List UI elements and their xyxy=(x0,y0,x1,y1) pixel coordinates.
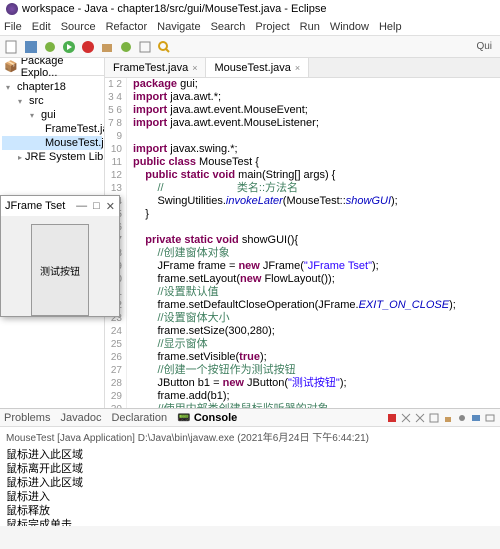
window-titlebar: workspace - Java - chapter18/src/gui/Mou… xyxy=(0,0,500,18)
open-console-icon[interactable] xyxy=(484,412,496,424)
remove-icon[interactable] xyxy=(400,412,412,424)
quick-access[interactable]: Qui xyxy=(476,41,496,52)
class-icon[interactable] xyxy=(118,39,134,55)
code-lines[interactable]: package gui;import java.awt.*;import jav… xyxy=(127,78,500,408)
pin-icon[interactable] xyxy=(456,412,468,424)
view-title: Package Explo... xyxy=(21,58,100,79)
editor-tab[interactable]: FrameTest.java× xyxy=(105,58,206,77)
bottom-tabs: Problems Javadoc Declaration 📟 Console xyxy=(0,409,500,427)
display-icon[interactable] xyxy=(470,412,482,424)
open-type-icon[interactable] xyxy=(137,39,153,55)
menu-bar: File Edit Source Refactor Navigate Search Proj… xyxy=(0,18,500,36)
console-toolbar xyxy=(386,412,496,424)
menu-file[interactable]: File xyxy=(4,18,22,35)
bottom-panel: Problems Javadoc Declaration 📟 Console Mous… xyxy=(0,408,500,526)
console-output[interactable]: 鼠标进入此区域鼠标离开此区域鼠标进入此区域鼠标进入鼠标释放鼠标完成单击鼠标按下鼠… xyxy=(0,446,500,526)
menu-help[interactable]: Help xyxy=(379,18,402,35)
eclipse-icon xyxy=(6,3,18,15)
menu-project[interactable]: Project xyxy=(255,18,289,35)
test-button[interactable]: 测试按钮 xyxy=(31,224,89,316)
search-icon[interactable] xyxy=(156,39,172,55)
save-icon[interactable] xyxy=(23,39,39,55)
menu-window[interactable]: Window xyxy=(330,18,369,35)
tree-item[interactable]: FrameTest.java xyxy=(2,122,102,136)
tree-item[interactable]: ▾src xyxy=(2,94,102,108)
scroll-lock-icon[interactable] xyxy=(442,412,454,424)
popup-titlebar[interactable]: JFrame Tset — □ ✕ xyxy=(1,196,119,216)
bottom-tab-javadoc[interactable]: Javadoc xyxy=(60,411,101,424)
maximize-icon[interactable]: □ xyxy=(93,200,100,213)
tree-item[interactable]: ▾gui xyxy=(2,108,102,122)
close-icon[interactable]: ✕ xyxy=(106,200,115,213)
console-launch-info: MouseTest [Java Application] D:\Java\bin… xyxy=(0,427,500,446)
menu-run[interactable]: Run xyxy=(300,18,320,35)
close-tab-icon[interactable]: × xyxy=(295,63,300,73)
run-ext-icon[interactable] xyxy=(80,39,96,55)
popup-title-text: JFrame Tset xyxy=(5,200,65,212)
clear-icon[interactable] xyxy=(428,412,440,424)
new-icon[interactable] xyxy=(4,39,20,55)
package-icon[interactable] xyxy=(99,39,115,55)
menu-source[interactable]: Source xyxy=(61,18,96,35)
editor-tab[interactable]: MouseTest.java× xyxy=(206,58,309,77)
editor-tabs: FrameTest.java×MouseTest.java× xyxy=(105,58,500,78)
minimize-icon[interactable]: — xyxy=(76,200,87,213)
tree-item[interactable]: MouseTest.java xyxy=(2,136,102,150)
run-icon[interactable] xyxy=(61,39,77,55)
popup-body: 测试按钮 xyxy=(1,216,119,316)
tree-item[interactable]: ▾chapter18 xyxy=(2,80,102,94)
remove-all-icon[interactable] xyxy=(414,412,426,424)
bottom-tab-problems[interactable]: Problems xyxy=(4,411,50,424)
project-tree[interactable]: ▾chapter18▾src▾gui FrameTest.java MouseT… xyxy=(0,76,104,168)
bottom-tab-console[interactable]: 📟 Console xyxy=(177,411,237,424)
view-header: 📦 Package Explo... xyxy=(0,58,104,76)
menu-navigate[interactable]: Navigate xyxy=(157,18,200,35)
code-editor[interactable]: 1 2 3 4 5 6 7 8 9 10 11 12 13 14 15 16 1… xyxy=(105,78,500,408)
menu-refactor[interactable]: Refactor xyxy=(106,18,148,35)
terminate-icon[interactable] xyxy=(386,412,398,424)
window-title: workspace - Java - chapter18/src/gui/Mou… xyxy=(22,3,326,15)
debug-icon[interactable] xyxy=(42,39,58,55)
menu-search[interactable]: Search xyxy=(211,18,246,35)
main-toolbar: Qui xyxy=(0,36,500,58)
package-icon: 📦 xyxy=(4,60,18,73)
close-tab-icon[interactable]: × xyxy=(192,63,197,73)
jframe-popup-window: JFrame Tset — □ ✕ 测试按钮 xyxy=(0,195,120,317)
menu-edit[interactable]: Edit xyxy=(32,18,51,35)
tree-item[interactable]: ▸JRE System Library [ xyxy=(2,150,102,164)
bottom-tab-declaration[interactable]: Declaration xyxy=(111,411,167,424)
editor-area: FrameTest.java×MouseTest.java× 1 2 3 4 5… xyxy=(105,58,500,408)
